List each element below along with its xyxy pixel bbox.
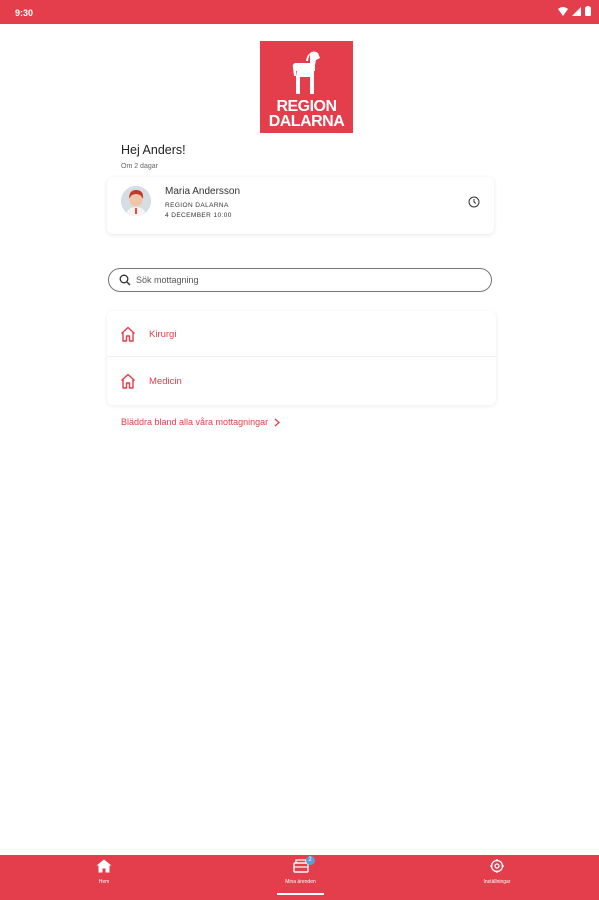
appointment-name: Maria Andersson [165, 186, 241, 197]
appointment-organization: REGION DALARNA [165, 202, 229, 209]
clock-icon [468, 196, 480, 208]
department-label: Kirurgi [149, 329, 177, 340]
list-item-medicin[interactable]: Medicin [107, 358, 496, 404]
battery-icon [585, 6, 591, 16]
browse-all-label: Bläddra bland alla våra mottagningar [121, 417, 269, 427]
appointment-datetime: 4 DECEMBER 10:00 [165, 212, 232, 219]
search-icon [119, 274, 131, 286]
home-icon [96, 859, 112, 873]
house-icon [121, 326, 135, 342]
browse-all-link[interactable]: Bläddra bland alla våra mottagningar [121, 417, 281, 427]
region-dalarna-logo: REGION DALARNA [260, 41, 353, 133]
house-icon [121, 373, 135, 389]
dala-horse-icon [292, 51, 320, 94]
nav-label: Mina ärenden [285, 879, 316, 885]
greeting-subtitle: Om 2 dagar [121, 163, 158, 170]
status-icons [558, 6, 591, 16]
nav-settings[interactable]: Inställningar [470, 855, 524, 900]
avatar [121, 186, 151, 216]
greeting-title: Hej Anders! [121, 143, 186, 157]
nav-label: Inställningar [483, 879, 511, 885]
chevron-right-icon [274, 418, 281, 426]
department-list: Kirurgi Medicin [107, 311, 496, 405]
settings-icon [490, 859, 504, 873]
nav-label: Hem [98, 879, 110, 885]
active-tab-indicator [277, 893, 324, 895]
search-bar[interactable] [108, 268, 492, 292]
status-time: 9:30 [15, 8, 34, 18]
status-bar: 9:30 [0, 0, 599, 24]
appointment-card[interactable]: Maria Andersson REGION DALARNA 4 DECEMBE… [107, 177, 494, 234]
logo-line-2: DALARNA [268, 113, 345, 130]
notification-badge: 2 [305, 856, 315, 865]
wifi-icon [558, 6, 568, 16]
nav-home[interactable]: Hem [90, 855, 118, 900]
logo-line-1: REGION [276, 98, 337, 115]
list-item-kirurgi[interactable]: Kirurgi [107, 311, 496, 357]
signal-icon [572, 6, 581, 16]
department-label: Medicin [149, 376, 182, 387]
search-input[interactable] [136, 272, 476, 288]
